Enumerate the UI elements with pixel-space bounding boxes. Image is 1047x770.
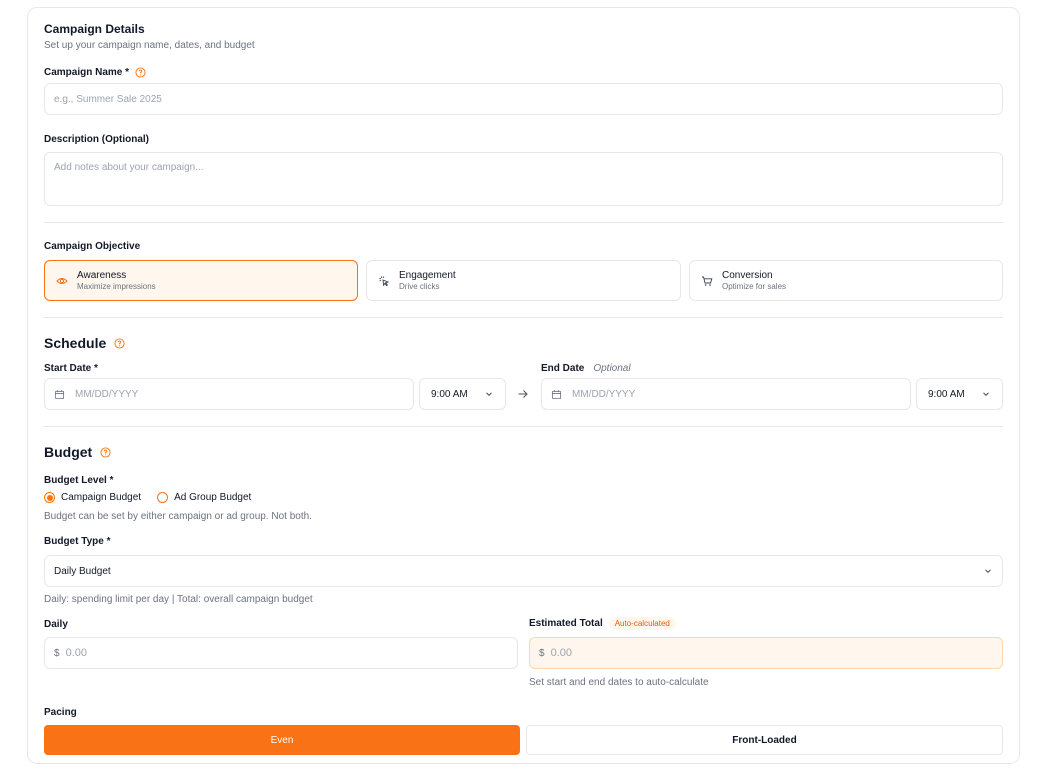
objective-subtitle: Drive clicks xyxy=(399,282,440,291)
estimated-total-hint: Set start and end dates to auto-calculat… xyxy=(529,677,709,688)
currency-symbol: $ xyxy=(54,647,60,659)
budget-title: Budget xyxy=(44,444,93,460)
divider xyxy=(44,317,1003,318)
objective-text: Engagement Drive clicks xyxy=(399,270,456,291)
radio-label: Campaign Budget xyxy=(61,492,142,503)
end-time-value: 9:00 AM xyxy=(928,388,965,400)
eye-icon xyxy=(56,277,68,284)
schedule-heading: Schedule xyxy=(44,335,125,351)
budget-type-value: Daily Budget xyxy=(54,565,111,577)
objective-label: Campaign Objective xyxy=(44,241,141,252)
schedule-title: Schedule xyxy=(44,335,107,351)
budget-level-label: Budget Level * xyxy=(44,475,114,486)
chevron-down-icon xyxy=(985,569,991,574)
campaign-name-label: Campaign Name * xyxy=(44,67,146,78)
radio-campaign-budget[interactable]: Campaign Budget xyxy=(44,492,141,503)
objective-text: Awareness Maximize impressions xyxy=(77,270,156,291)
currency-symbol: $ xyxy=(539,647,545,659)
auto-calculated-badge: Auto-calculated xyxy=(608,617,676,630)
pacing-even-button[interactable]: Even xyxy=(44,725,520,755)
budget-heading: Budget xyxy=(44,444,111,460)
calendar-icon xyxy=(54,389,65,399)
pacing-front-loaded-button[interactable]: Front-Loaded xyxy=(526,725,1003,755)
radio-dot xyxy=(44,492,55,503)
radio-dot xyxy=(157,492,169,503)
objective-text: Conversion Optimize for sales xyxy=(722,270,786,291)
daily-label: Daily xyxy=(44,619,68,630)
chevron-down-icon xyxy=(486,392,492,397)
objective-title: Awareness xyxy=(77,270,127,281)
objective-option-engagement[interactable]: Engagement Drive clicks xyxy=(366,260,681,301)
budget-type-label: Budget Type * xyxy=(44,536,111,547)
objective-subtitle: Maximize impressions xyxy=(77,282,156,291)
estimated-total-label-text: Estimated Total xyxy=(529,618,603,629)
daily-budget-input[interactable]: $ 0.00 xyxy=(44,637,518,669)
cart-icon xyxy=(702,276,713,286)
description-label: Description (Optional) xyxy=(44,134,149,145)
start-time-select[interactable]: 9:00 AM xyxy=(419,378,506,410)
budget-type-select[interactable]: Daily Budget xyxy=(44,555,1003,587)
objective-title: Conversion xyxy=(722,270,773,281)
estimated-total-placeholder: 0.00 xyxy=(550,647,572,659)
objective-option-awareness[interactable]: Awareness Maximize impressions xyxy=(44,260,358,301)
end-date-label: End Date Optional xyxy=(541,363,631,374)
budget-level-hint: Budget can be set by either campaign or … xyxy=(44,511,312,522)
pacing-label: Pacing xyxy=(44,707,77,718)
start-date-input[interactable]: MM/DD/YYYY xyxy=(44,378,414,410)
end-date-placeholder: MM/DD/YYYY xyxy=(572,388,636,400)
help-icon[interactable] xyxy=(135,67,146,78)
objective-title: Engagement xyxy=(399,270,456,281)
end-time-select[interactable]: 9:00 AM xyxy=(916,378,1003,410)
help-icon[interactable] xyxy=(100,446,111,458)
start-date-placeholder: MM/DD/YYYY xyxy=(75,388,139,400)
description-textarea[interactable]: Add notes about your campaign... xyxy=(44,152,1003,206)
budget-type-hint: Daily: spending limit per day | Total: o… xyxy=(44,594,313,605)
arrow-right-icon xyxy=(518,390,528,398)
end-date-optional: Optional xyxy=(593,363,631,374)
estimated-total-label: Estimated Total Auto-calculated xyxy=(529,617,676,630)
radio-label: Ad Group Budget xyxy=(174,492,252,503)
section-title-campaign-details: Campaign Details xyxy=(44,22,145,36)
chevron-down-icon xyxy=(983,392,989,397)
start-date-label: Start Date * xyxy=(44,363,98,374)
radio-ad-group-budget[interactable]: Ad Group Budget xyxy=(157,492,251,503)
daily-budget-placeholder: 0.00 xyxy=(65,647,87,659)
start-time-value: 9:00 AM xyxy=(431,388,468,400)
help-icon[interactable] xyxy=(114,337,125,349)
estimated-total-input: $ 0.00 xyxy=(529,637,1003,669)
end-date-label-text: End Date xyxy=(541,363,585,374)
calendar-icon xyxy=(551,389,562,399)
divider xyxy=(44,426,1003,427)
objective-option-conversion[interactable]: Conversion Optimize for sales xyxy=(689,260,1003,301)
campaign-name-label-text: Campaign Name * xyxy=(44,67,130,78)
cursor-click-icon xyxy=(379,275,390,286)
section-subtitle: Set up your campaign name, dates, and bu… xyxy=(44,40,255,51)
end-date-input[interactable]: MM/DD/YYYY xyxy=(541,378,911,410)
divider xyxy=(44,222,1003,223)
budget-level-radio-group: Campaign Budget Ad Group Budget xyxy=(44,492,251,503)
objective-subtitle: Optimize for sales xyxy=(722,282,787,291)
campaign-name-input[interactable]: e.g., Summer Sale 2025 xyxy=(44,83,1003,115)
